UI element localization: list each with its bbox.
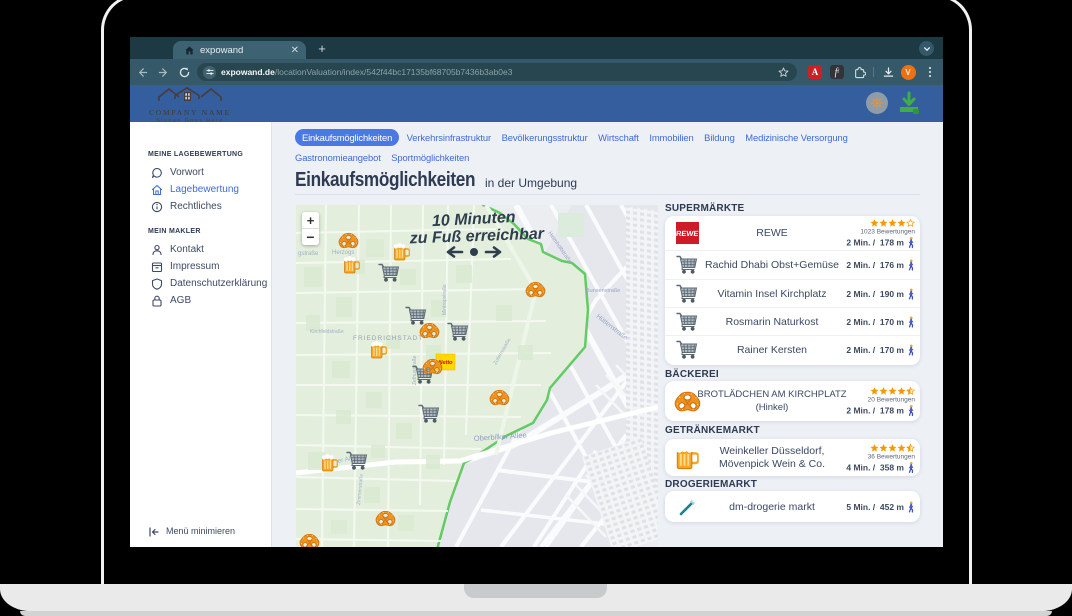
svg-text:Herzogs: Herzogs: [332, 250, 354, 256]
svg-text:FRIEDRICHSTADT: FRIEDRICHSTADT: [353, 335, 423, 342]
svg-text:Bunsenstraße: Bunsenstraße: [586, 288, 620, 294]
svg-text:gstraße: gstraße: [298, 251, 319, 257]
svg-text:Mintropstraße: Mintropstraße: [442, 284, 448, 315]
svg-text:Kirchfeldstraße: Kirchfeldstraße: [310, 329, 344, 335]
